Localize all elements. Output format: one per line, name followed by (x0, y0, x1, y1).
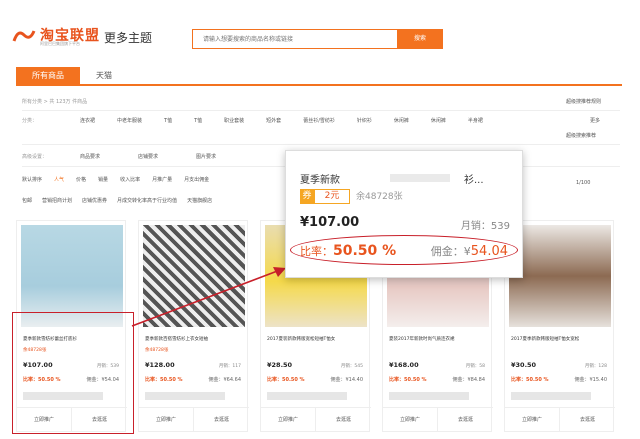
commission-rate: 比率：50.50 % (511, 377, 549, 383)
search-input[interactable] (192, 29, 398, 49)
commission-rate: 比率：50.50 % (145, 377, 183, 383)
promote-button[interactable]: 立即推广 (261, 407, 316, 431)
theme-title[interactable]: 更多主题 (104, 29, 152, 46)
category-item[interactable]: 蕾丝衫/雪纺衫 (303, 118, 335, 124)
popup-title-tail: 衫... (464, 175, 484, 186)
filter-dropdown[interactable]: 店铺要求 (138, 154, 158, 160)
breadcrumb: 所有分类 > 共 123万 件商品 (22, 99, 88, 105)
visit-button[interactable]: 去逛逛 (316, 407, 371, 431)
category-row: 连衣裙 中老年服装 T恤 T恤 职业套装 短外套 蕾丝衫/雪纺衫 针织衫 休闲裤 休闲裤 半身裙 (80, 117, 505, 124)
commission-rate: 比率：50.50 % (267, 377, 305, 383)
tab-tmall[interactable]: 天猫 (80, 67, 128, 85)
coupon-tag: 2元 (314, 189, 350, 204)
product-sales: 月销：117 (218, 364, 241, 369)
logo-subtitle: 阿里巴巴集团旗下平台 (40, 41, 80, 46)
popup-sales: 月销：539 (460, 221, 510, 232)
more-link[interactable]: 更多 (590, 117, 600, 124)
checkbox-free-shipping[interactable]: 包邮 (22, 198, 32, 204)
popup-title: 夏季新款 (300, 175, 340, 186)
sort-monthly-commission[interactable]: 月支出佣金 (184, 177, 209, 183)
popup-price: ¥107.00 (300, 215, 360, 230)
product-price: ¥128.00 (145, 361, 175, 369)
filter-label: 高级设置： (22, 154, 48, 160)
filter-dropdown[interactable]: 图片要求 (196, 154, 216, 160)
product-title[interactable]: 2017夏季新款韩版短袖T恤女宽松 (511, 336, 609, 342)
visit-button[interactable]: 去逛逛 (560, 407, 615, 431)
sort-sales[interactable]: 销量 (98, 177, 108, 183)
sort-bar: 默认排序 人气 价格 销量 收入比率 月推广量 月支出佣金 (22, 176, 298, 190)
commission-amount: 佣金：¥15.40 (574, 377, 608, 383)
tab-underline (16, 84, 622, 86)
category-label: 分类： (22, 118, 38, 124)
product-price: ¥30.50 (511, 361, 537, 369)
product-price: ¥168.00 (389, 361, 419, 369)
sort-price[interactable]: 价格 (76, 177, 86, 183)
product-title[interactable]: 夏装2017年新款时尚气质连衣裙 (389, 336, 487, 342)
sort-monthly-promo[interactable]: 月推广量 (152, 177, 172, 183)
filter-row: 商品要求 店铺要求 图片要求 (80, 153, 254, 160)
checkbox-conversion[interactable]: 月成交转化率高于行业均值 (117, 198, 177, 204)
filter-dropdown[interactable]: 商品要求 (80, 154, 100, 160)
coupon-tag-prefix: 券 (300, 189, 314, 204)
tab-all-products[interactable]: 所有商品 (16, 67, 80, 85)
commission-amount: 佣金：¥64.64 (208, 377, 242, 383)
product-sales: 月销：58 (465, 364, 485, 369)
category-item[interactable]: 职业套装 (224, 118, 244, 124)
category-item[interactable]: 半身裙 (468, 118, 483, 124)
checkbox-marketing-plan[interactable]: 营销招商计划 (42, 198, 72, 204)
search-button[interactable]: 搜索 (397, 29, 443, 49)
pager[interactable]: 1/100 (576, 180, 590, 186)
product-sales: 月销：128 (584, 364, 607, 369)
sort-popularity[interactable]: 人气 (54, 177, 64, 183)
promote-button[interactable]: 立即推广 (139, 407, 194, 431)
product-title[interactable]: 2017夏装新款韩版宽松短袖T恤女 (267, 336, 365, 342)
divider (22, 110, 620, 111)
advanced-search-link[interactable]: 超级搜索推荐 (566, 132, 596, 139)
product-title[interactable]: 夏季新款百搭雪纺衫上衣女短袖 (145, 336, 243, 342)
product-image[interactable] (509, 225, 611, 327)
zoom-popup: 夏季新款 衫... 券 2元 余48728张 ¥107.00 月销：539 比率… (285, 150, 523, 278)
checkbox-shop-coupon[interactable]: 店铺优惠券 (82, 198, 107, 204)
promote-button[interactable]: 立即推广 (383, 407, 438, 431)
shop-name-placeholder (267, 392, 347, 400)
rules-link[interactable]: 超级搜推荐规则 (566, 98, 601, 105)
highlight-oval (290, 235, 518, 265)
blurred-title (390, 174, 450, 182)
category-item[interactable]: 短外套 (266, 118, 281, 124)
shop-name-placeholder (389, 392, 469, 400)
coupon-remain: 余48728张 (356, 192, 403, 202)
sort-default[interactable]: 默认排序 (22, 177, 42, 183)
shop-name-placeholder (511, 392, 591, 400)
category-item[interactable]: T恤 (164, 118, 172, 124)
product-sales: 月销：545 (340, 364, 363, 369)
product-price: ¥28.50 (267, 361, 293, 369)
sort-income-rate[interactable]: 收入比率 (120, 177, 140, 183)
callout-arrow (131, 267, 286, 327)
visit-button[interactable]: 去逛逛 (438, 407, 493, 431)
visit-button[interactable]: 去逛逛 (194, 407, 249, 431)
commission-amount: 佣金：¥84.84 (452, 377, 486, 383)
category-item[interactable]: 中老年服装 (117, 118, 142, 124)
category-item[interactable]: 休闲裤 (394, 118, 409, 124)
category-item[interactable]: T恤 (194, 118, 202, 124)
category-item[interactable]: 连衣裙 (80, 118, 95, 124)
highlight-box (12, 312, 134, 434)
shop-name-placeholder (145, 392, 225, 400)
divider (22, 144, 620, 145)
logo-icon (12, 30, 36, 42)
checkbox-tmall-flagship[interactable]: 天猫旗舰店 (187, 198, 212, 204)
commission-rate: 比率：50.50 % (389, 377, 427, 383)
promote-button[interactable]: 立即推广 (505, 407, 560, 431)
coupon-remain: 余48728张 (145, 348, 169, 353)
commission-amount: 佣金：¥14.40 (330, 377, 364, 383)
check-row: 包邮 营销招商计划 店铺优惠券 月成交转化率高于行业均值 天猫旗舰店 (22, 197, 222, 204)
category-item[interactable]: 针织衫 (357, 118, 372, 124)
category-item[interactable]: 休闲裤 (431, 118, 446, 124)
